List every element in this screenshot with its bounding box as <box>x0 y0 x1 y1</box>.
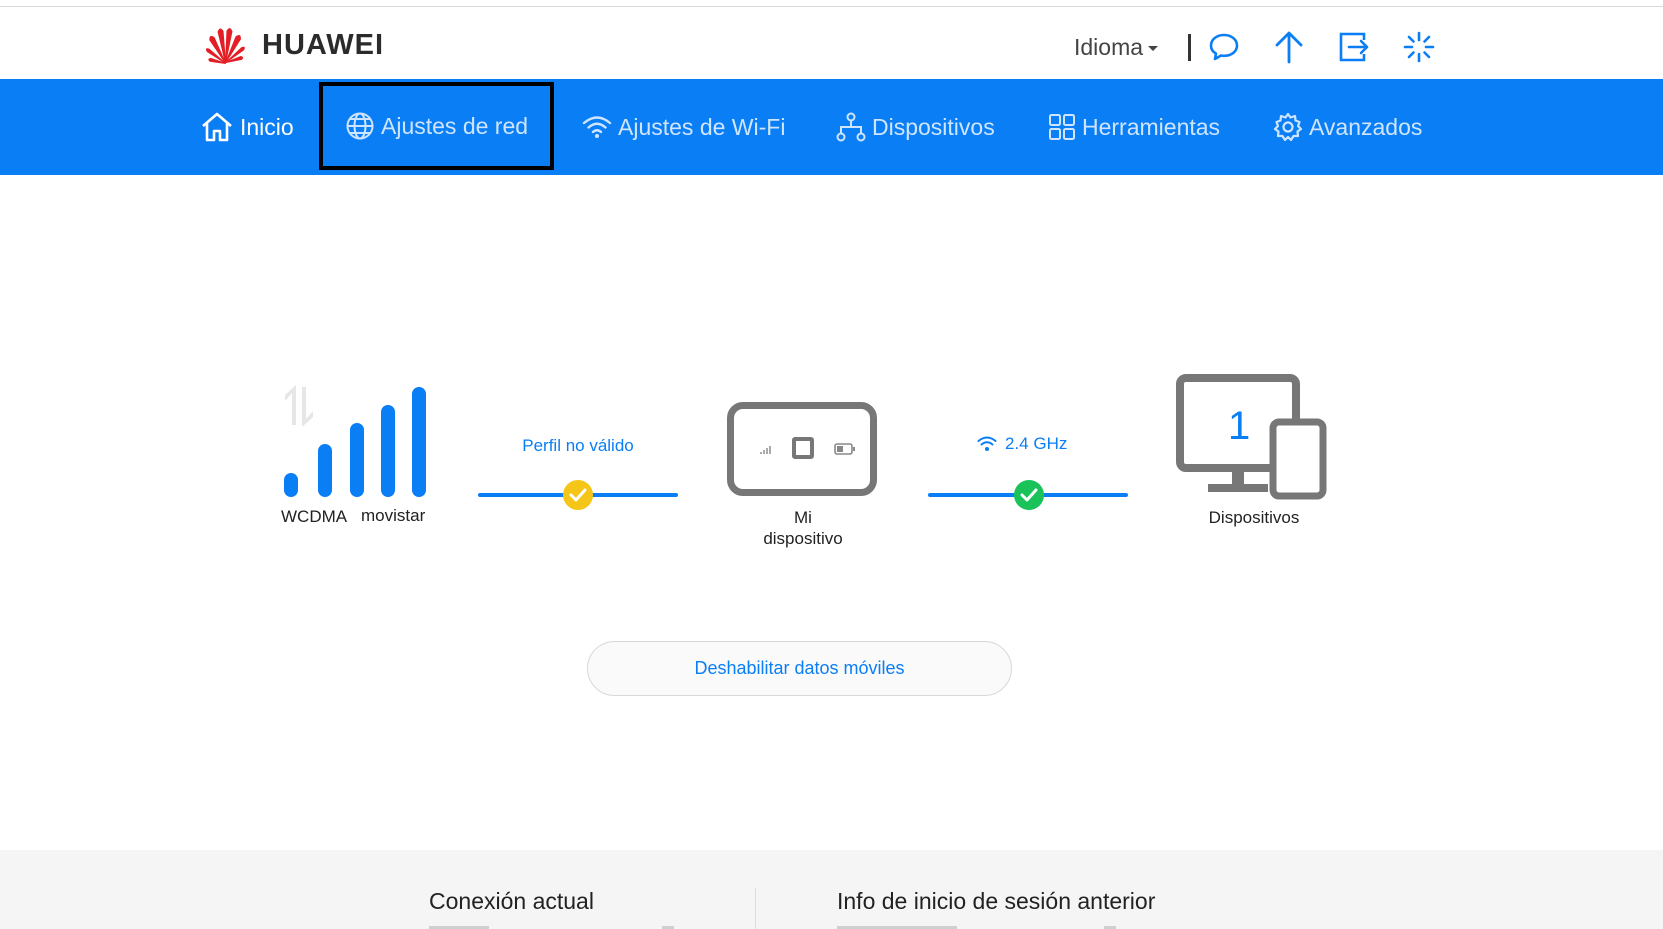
current-connection-title: Conexión actual <box>429 888 594 914</box>
language-dropdown[interactable]: Idioma <box>1074 33 1159 61</box>
nav-wifi-settings[interactable]: Ajustes de Wi-Fi <box>582 79 785 175</box>
wifi-band-label: 2.4 GHz <box>1005 434 1068 453</box>
caret-down-icon <box>1148 46 1159 51</box>
my-device-label[interactable]: Mi dispositivo <box>753 507 853 549</box>
wifi-band-status[interactable]: 2.4 GHz <box>977 434 1067 454</box>
device-button-icon <box>792 437 814 459</box>
home-icon <box>202 112 232 142</box>
monitor-phone-icon <box>1176 374 1327 500</box>
header-tools: Idioma <box>1074 27 1467 67</box>
profile-status[interactable]: Perfil no válido <box>478 436 678 456</box>
nav-advanced[interactable]: Avanzados <box>1273 79 1422 175</box>
device-battery-icon <box>834 443 855 455</box>
loading-icon[interactable] <box>1402 30 1436 64</box>
huawei-flower-icon <box>205 28 245 64</box>
gear-icon <box>1273 112 1303 142</box>
huawei-logo[interactable]: HUAWEI <box>200 25 384 65</box>
main-nav: Inicio Ajustes de red Ajustes de Wi-Fi D… <box>0 79 1663 175</box>
footer-divider <box>755 888 756 929</box>
previous-login-title: Info de inicio de sesión anterior <box>837 888 1156 914</box>
update-icon[interactable] <box>1272 30 1306 64</box>
devices-label[interactable]: Dispositivos <box>1194 508 1314 528</box>
message-icon[interactable] <box>1207 30 1241 64</box>
network-type: WCDMA <box>281 507 348 526</box>
brand-name: HUAWEI <box>262 28 384 61</box>
nav-devices[interactable]: Dispositivos <box>836 79 995 175</box>
nav-network-label: Ajustes de red <box>381 112 529 139</box>
devices-topology-icon <box>836 112 866 142</box>
nav-tools[interactable]: Herramientas <box>1048 79 1220 175</box>
operator-name: movistar <box>361 506 426 525</box>
footer-panel: Conexión actual Info de inicio de sesión… <box>0 850 1663 929</box>
nav-tools-label: Herramientas <box>1082 113 1221 140</box>
signal-bar-3 <box>350 423 364 497</box>
device-signal-icon <box>760 446 771 454</box>
signal-bar-2 <box>318 444 332 497</box>
connected-devices-icon[interactable]: 1 <box>1176 374 1328 502</box>
disable-mobile-data-button[interactable]: Deshabilitar datos móviles <box>587 641 1012 696</box>
globe-icon <box>346 112 374 140</box>
router-device-icon[interactable] <box>727 402 877 496</box>
nav-home-label: Inicio <box>240 113 294 140</box>
nav-network-settings[interactable]: Ajustes de red <box>319 82 555 170</box>
nav-devices-label: Dispositivos <box>872 113 995 140</box>
signal-bar-1 <box>284 473 298 497</box>
nav-home[interactable]: Inicio <box>200 79 294 175</box>
header-divider <box>1188 33 1192 61</box>
tools-grid-icon <box>1049 114 1075 140</box>
data-transfer-arrows-icon <box>285 385 313 427</box>
device-count: 1 <box>1228 404 1251 448</box>
header: HUAWEI Idioma <box>0 7 1663 79</box>
signal-bar-4 <box>381 405 395 497</box>
warning-check-icon <box>563 480 593 510</box>
wifi-small-icon <box>977 436 997 451</box>
wifi-icon <box>582 116 612 138</box>
signal-bar-5 <box>412 387 426 497</box>
nav-wifi-label: Ajustes de Wi-Fi <box>618 113 786 140</box>
language-label: Idioma <box>1074 33 1144 60</box>
top-border <box>0 0 1663 7</box>
success-check-icon <box>1014 480 1044 510</box>
logout-icon[interactable] <box>1337 30 1371 64</box>
nav-advanced-label: Avanzados <box>1309 113 1423 140</box>
